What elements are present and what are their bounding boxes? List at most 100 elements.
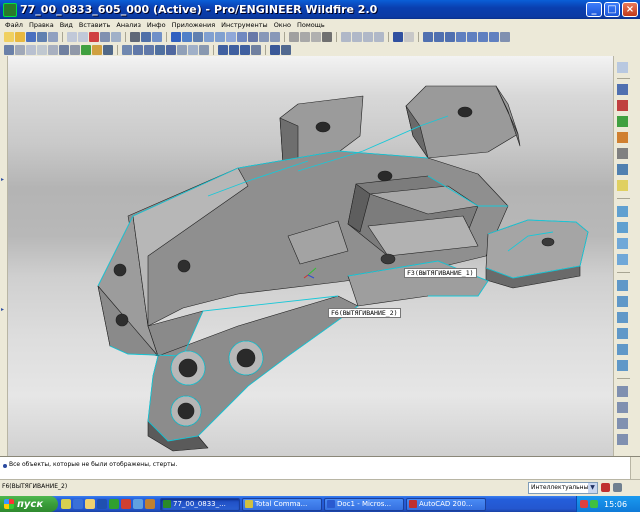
spin-center-icon[interactable]: [182, 31, 192, 42]
datum-plane-icon[interactable]: [617, 84, 628, 95]
datum-tag-icon[interactable]: [166, 44, 176, 55]
analysis-icon[interactable]: [617, 164, 628, 175]
help-icon[interactable]: [393, 31, 403, 42]
regenerate-icon[interactable]: [130, 31, 140, 42]
layers-icon[interactable]: [259, 31, 269, 42]
trim-icon[interactable]: [617, 418, 628, 429]
decimal-icon[interactable]: [103, 44, 113, 55]
datum-plane-tool-icon[interactable]: [617, 62, 628, 73]
window-activate-icon[interactable]: [218, 44, 228, 55]
refit-icon[interactable]: [226, 31, 236, 42]
parameters-icon[interactable]: [48, 44, 58, 55]
network-icon[interactable]: [590, 500, 598, 508]
no-hidden-icon[interactable]: [311, 31, 321, 42]
variable-sweep-icon[interactable]: [617, 238, 628, 249]
table-icon[interactable]: [188, 44, 198, 55]
new-file-icon[interactable]: [4, 31, 14, 42]
menu-view[interactable]: Вид: [57, 21, 76, 29]
copy-icon[interactable]: [100, 31, 110, 42]
browser-icon[interactable]: [281, 44, 291, 55]
boundary-blend-icon[interactable]: [617, 254, 628, 265]
rotate-icon[interactable]: [445, 31, 455, 42]
expand-browser-icon[interactable]: ▸: [1, 306, 6, 313]
message-scrollbar[interactable]: [630, 457, 640, 480]
hidden-line-icon[interactable]: [300, 31, 310, 42]
layout-icon[interactable]: [199, 44, 209, 55]
explorer-icon[interactable]: [61, 499, 71, 509]
reorient-icon[interactable]: [237, 31, 247, 42]
datum-planes-icon[interactable]: [341, 31, 351, 42]
close-button[interactable]: ×: [622, 2, 638, 17]
minimize-button[interactable]: _: [586, 2, 602, 17]
print-icon[interactable]: [37, 31, 47, 42]
part-model[interactable]: [8, 56, 613, 456]
find-icon[interactable]: [141, 31, 151, 42]
orient-mode-icon[interactable]: [193, 31, 203, 42]
revolve-icon[interactable]: [617, 222, 628, 233]
model-tree-icon[interactable]: [15, 44, 25, 55]
zoom-out-icon[interactable]: [215, 31, 225, 42]
menu-edit[interactable]: Правка: [26, 21, 57, 29]
wireframe-icon[interactable]: [289, 31, 299, 42]
merge-icon[interactable]: [617, 402, 628, 413]
shading-icon[interactable]: [322, 31, 332, 42]
sketch-tool-icon[interactable]: [617, 180, 628, 191]
symbol-icon[interactable]: [177, 44, 187, 55]
autocad-icon[interactable]: [121, 499, 131, 509]
task-total-commander[interactable]: Total Comma...: [242, 497, 322, 511]
selection-filter[interactable]: Интеллектуальный ▼: [528, 482, 598, 494]
pan-icon[interactable]: [434, 31, 444, 42]
start-button[interactable]: пуск: [0, 496, 58, 512]
measure-icon[interactable]: [500, 31, 510, 42]
note-icon[interactable]: [133, 44, 143, 55]
repaint-icon[interactable]: [171, 31, 181, 42]
menu-help[interactable]: Помощь: [294, 21, 328, 29]
saved-views-icon[interactable]: [248, 31, 258, 42]
family-table-icon[interactable]: [59, 44, 69, 55]
datum-point-icon[interactable]: [617, 132, 628, 143]
window-close-icon[interactable]: [240, 44, 250, 55]
cut-icon[interactable]: [89, 31, 99, 42]
chevron-down-icon[interactable]: ▼: [588, 483, 597, 493]
view-right-icon[interactable]: [478, 31, 488, 42]
rib-icon[interactable]: [617, 312, 628, 323]
chamfer-icon[interactable]: [617, 360, 628, 371]
menu-applications[interactable]: Приложения: [169, 21, 219, 29]
datum-points-icon[interactable]: [363, 31, 373, 42]
left-splitter[interactable]: ▸ ▸: [0, 56, 8, 456]
feature-label-f6[interactable]: F6(ВЫТЯГИВАНИЕ_2): [328, 308, 401, 318]
dropdown-icon[interactable]: [404, 31, 414, 42]
shell-icon[interactable]: [617, 296, 628, 307]
clock[interactable]: 15:06: [604, 500, 627, 509]
folder-icon[interactable]: [85, 499, 95, 509]
open-folder-icon[interactable]: [15, 31, 25, 42]
view-manager-icon[interactable]: [270, 31, 280, 42]
pattern-icon[interactable]: [617, 434, 628, 445]
hole-icon[interactable]: [617, 280, 628, 291]
zoom-in-icon[interactable]: [204, 31, 214, 42]
context-help-icon[interactable]: [270, 44, 280, 55]
erase-icon[interactable]: [251, 44, 261, 55]
menu-info[interactable]: Инфо: [144, 21, 169, 29]
send-mail-icon[interactable]: [48, 31, 58, 42]
undo-icon[interactable]: [67, 31, 77, 42]
extrude-icon[interactable]: [617, 206, 628, 217]
view-top-icon[interactable]: [467, 31, 477, 42]
zoom-icon[interactable]: [423, 31, 433, 42]
sketch-icon[interactable]: [4, 44, 14, 55]
coordinate-systems-icon[interactable]: [374, 31, 384, 42]
view-front-icon[interactable]: [456, 31, 466, 42]
view-iso-icon[interactable]: [489, 31, 499, 42]
feature-label-f3[interactable]: F3(ВЫТЯГИВАНИЕ_1): [404, 268, 477, 278]
round-icon[interactable]: [617, 344, 628, 355]
dimension-icon[interactable]: [122, 44, 132, 55]
task-proengineer[interactable]: 77_00_0833_...: [160, 497, 240, 511]
word-icon[interactable]: [97, 499, 107, 509]
menu-tools[interactable]: Инструменты: [218, 21, 271, 29]
app-shortcut-icon[interactable]: [145, 499, 155, 509]
datum-axis-icon[interactable]: [617, 100, 628, 111]
internet-explorer-icon[interactable]: [73, 499, 83, 509]
mirror-icon[interactable]: [617, 386, 628, 397]
desktop-icon[interactable]: [133, 499, 143, 509]
mapkeys-icon[interactable]: [92, 44, 102, 55]
